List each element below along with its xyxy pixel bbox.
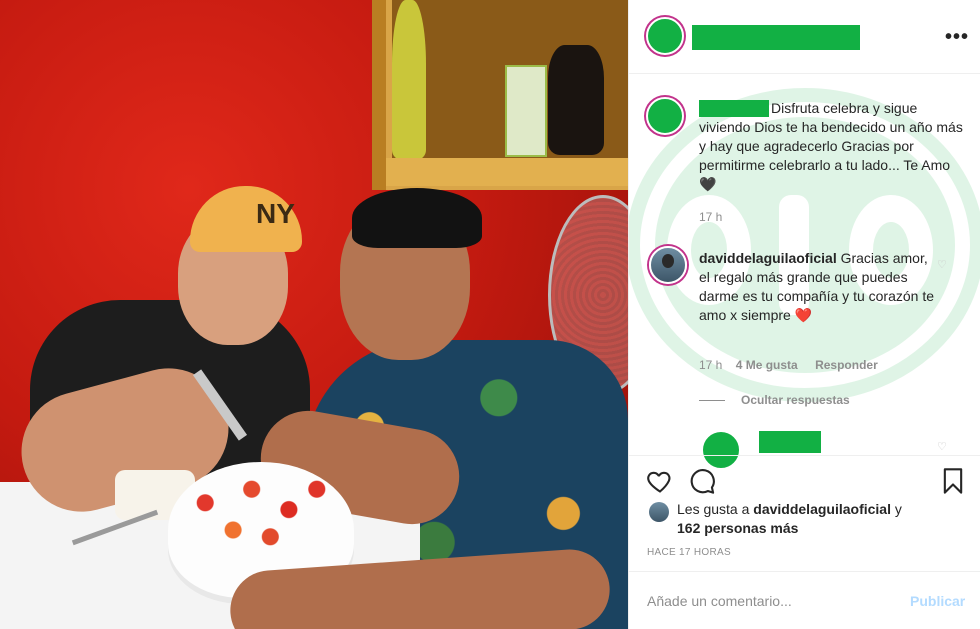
reply-username[interactable]: daviddelaguilaoficial — [699, 250, 837, 266]
post-details-panel: ••• Disfruta celebra y sigue viviendo Di… — [628, 0, 980, 629]
reply-time: 17 h — [699, 358, 723, 372]
likes-user[interactable]: daviddelaguilaoficial — [753, 501, 891, 517]
caption-author-avatar[interactable] — [646, 97, 684, 135]
reply-comment: daviddelaguilaoficial Gracias amor, el r… — [699, 249, 939, 325]
dark-bottle — [548, 45, 604, 155]
save-bookmark-icon[interactable] — [939, 467, 967, 495]
post-timestamp[interactable]: HACE 17 HORAS — [647, 547, 731, 558]
hide-replies-button[interactable]: Ocultar respuestas — [741, 393, 850, 407]
reply-likes[interactable]: 4 Me gusta — [736, 358, 798, 372]
cap-logo: NY — [256, 198, 295, 229]
caption-time: 17 h — [699, 210, 723, 224]
bottle-box — [505, 65, 547, 157]
likes-text[interactable]: Les gusta a daviddelaguilaoficial y 162 … — [677, 500, 967, 538]
publish-button[interactable]: Publicar — [910, 593, 965, 609]
reply-author-avatar[interactable] — [649, 246, 687, 284]
green-vase — [392, 0, 426, 160]
post-header: ••• — [629, 0, 980, 74]
next-comment-heart-icon[interactable]: ♡ — [937, 440, 947, 453]
comment-bar: Publicar — [629, 571, 980, 629]
author-avatar[interactable] — [646, 17, 684, 55]
like-comment-heart-icon[interactable]: ♡ — [937, 258, 947, 271]
likes-middle: y — [890, 501, 902, 517]
post-photo[interactable]: NY — [0, 0, 628, 629]
like-heart-icon[interactable] — [646, 467, 674, 495]
likes-others[interactable]: 162 personas más — [677, 520, 798, 536]
liker-avatar[interactable] — [649, 502, 669, 522]
next-comment-username-redacted[interactable] — [759, 431, 821, 453]
author-username-redacted[interactable] — [692, 25, 860, 50]
post-actions — [629, 455, 980, 505]
shelf-board — [386, 158, 628, 186]
person-right-hair — [352, 188, 482, 248]
reply-button[interactable]: Responder — [815, 358, 878, 372]
divider-line — [699, 400, 725, 401]
likes-prefix: Les gusta a — [677, 501, 754, 517]
post-caption: Disfruta celebra y sigue viviendo Dios t… — [699, 99, 964, 194]
comment-input[interactable] — [647, 591, 877, 611]
reply-meta: 17 h 4 Me gusta Responder — [699, 358, 892, 372]
more-horizontal-icon[interactable]: ••• — [945, 26, 969, 49]
caption-text: Disfruta celebra y sigue viviendo Dios t… — [699, 100, 963, 192]
comment-bubble-icon[interactable] — [688, 467, 716, 495]
